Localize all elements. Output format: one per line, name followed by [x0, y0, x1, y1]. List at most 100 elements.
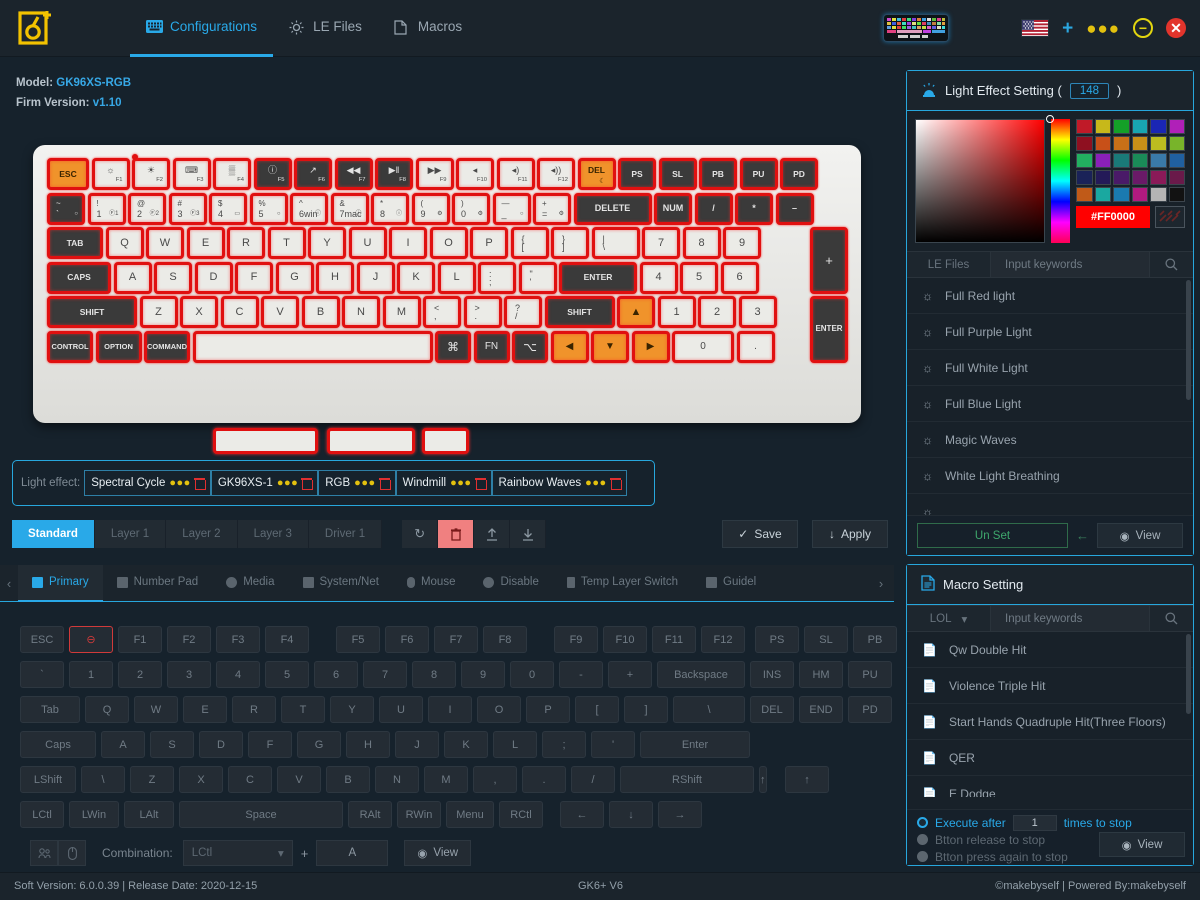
color-swatch-16[interactable] — [1150, 153, 1167, 168]
list-item[interactable]: ☼ Full Red light — [907, 278, 1193, 314]
virtual-key[interactable]: E — [183, 696, 227, 723]
color-swatch-19[interactable] — [1094, 170, 1111, 185]
kb-key[interactable]: ▒ F4 — [213, 158, 251, 190]
virtual-key[interactable]: ] — [624, 696, 668, 723]
kb-key[interactable]: ◀◀ F7 — [334, 158, 373, 190]
kb-key[interactable]: G — [275, 261, 314, 294]
scrollbar[interactable] — [1186, 634, 1191, 714]
layer-tab-layer3[interactable]: Layer 3 — [237, 520, 309, 548]
virtual-key[interactable]: Y — [330, 696, 374, 723]
kb-key[interactable]: 2 — [698, 296, 736, 328]
kb-key[interactable]: ◀ — [550, 330, 589, 363]
virtual-key[interactable]: F4 — [265, 626, 309, 653]
kb-key[interactable]: X — [180, 296, 218, 328]
color-swatch-7[interactable] — [1094, 136, 1111, 151]
macro-list[interactable]: 📄 Qw Double Hit 📄 Violence Triple Hit 📄 Sta… — [907, 632, 1193, 797]
virtual-key[interactable]: L — [493, 731, 537, 758]
color-swatch-2[interactable] — [1113, 119, 1130, 134]
scrollbar[interactable] — [1186, 280, 1191, 400]
layer-tab-layer1[interactable]: Layer 1 — [94, 520, 167, 548]
color-swatch-23[interactable] — [1168, 170, 1185, 185]
tab-primary[interactable]: Primary — [18, 564, 103, 602]
color-swatch-11[interactable] — [1168, 136, 1185, 151]
chip-dots-icon[interactable]: ●●● — [169, 477, 190, 489]
kb-key[interactable] — [192, 330, 433, 363]
color-swatch-3[interactable] — [1131, 119, 1148, 134]
kb-key[interactable]: SL — [658, 158, 697, 190]
virtual-key[interactable]: RWin — [397, 801, 441, 828]
color-swatch-0[interactable] — [1076, 119, 1093, 134]
virtual-key[interactable]: RCtl — [499, 801, 543, 828]
kb-key[interactable]: V — [261, 296, 299, 328]
tab-mouse[interactable]: Mouse — [393, 565, 470, 602]
virtual-key[interactable]: DEL — [750, 696, 794, 723]
layer-tab-driver1[interactable]: Driver 1 — [308, 520, 383, 548]
kb-key[interactable]: ▲ — [617, 296, 655, 328]
kb-key[interactable]: ENTER — [810, 296, 848, 363]
kb-key[interactable]: M — [382, 296, 421, 328]
chip-dots-icon[interactable]: ●●● — [277, 477, 298, 489]
kb-key[interactable]: C — [220, 296, 259, 328]
virtual-key[interactable]: B — [326, 766, 370, 793]
search-icon[interactable] — [1149, 606, 1193, 631]
virtual-key[interactable]: INS — [750, 661, 794, 688]
virtual-key[interactable]: ' — [591, 731, 635, 758]
kb-key[interactable]: ⌥ — [512, 330, 548, 363]
kb-key[interactable]: ) 0 ⚙ — [452, 192, 490, 225]
color-swatch-12[interactable] — [1076, 153, 1093, 168]
delete-icon[interactable] — [438, 520, 475, 548]
mouse-icon[interactable] — [58, 840, 86, 866]
virtual-key[interactable]: F12 — [701, 626, 745, 653]
kb-key[interactable]: ☀ F2 — [132, 158, 170, 190]
kb-key[interactable]: O — [429, 227, 468, 259]
kb-key[interactable]: {[ — [510, 227, 549, 259]
kb-key[interactable]: J — [356, 261, 395, 294]
macro-category-select[interactable]: LOL ▾ — [907, 606, 991, 631]
virtual-key[interactable]: ← — [560, 801, 604, 828]
kb-key[interactable]: }] — [551, 227, 589, 259]
virtual-key[interactable]: 3 — [167, 661, 211, 688]
virtual-key[interactable]: 2 — [118, 661, 162, 688]
virtual-key[interactable]: PB — [853, 626, 897, 653]
kb-key[interactable]: <, — [423, 296, 461, 328]
kb-key[interactable]: PB — [699, 158, 737, 190]
virtual-key[interactable]: Menu — [446, 801, 494, 828]
kb-key[interactable]: W — [146, 227, 184, 259]
kb-key[interactable]: 5 — [680, 261, 718, 294]
kb-key[interactable]: OPTION — [95, 330, 142, 363]
list-item[interactable]: 📄 Violence Triple Hit — [907, 668, 1193, 704]
kb-key[interactable]: + = ⚙ — [533, 192, 571, 225]
virtual-key[interactable]: LShift — [20, 766, 76, 793]
nav-macros[interactable]: Macros — [378, 0, 478, 57]
kb-key[interactable]: ◂ F10 — [456, 158, 494, 190]
virtual-key[interactable]: → — [658, 801, 702, 828]
delete-icon[interactable] — [301, 477, 314, 490]
list-item[interactable]: ☼ Full Purple Light — [907, 314, 1193, 350]
delete-icon[interactable] — [474, 477, 487, 490]
kb-key[interactable]: ▶ — [631, 330, 670, 363]
virtual-key[interactable]: \ — [81, 766, 125, 793]
virtual-key[interactable]: END — [799, 696, 843, 723]
kb-key[interactable]: :; — [478, 261, 516, 294]
kb-key[interactable]: . — [736, 330, 775, 363]
tab-disable[interactable]: Disable — [469, 565, 552, 602]
color-swatch-20[interactable] — [1113, 170, 1130, 185]
virtual-key[interactable]: F3 — [216, 626, 260, 653]
virtual-key[interactable]: H — [346, 731, 390, 758]
list-item[interactable]: 📄 E Dodge — [907, 776, 1193, 798]
kb-key[interactable]: B — [301, 296, 340, 328]
macro-search-input[interactable]: Input keywords — [991, 606, 1149, 631]
color-swatch-17[interactable] — [1168, 153, 1185, 168]
kb-key[interactable]: ◂) F11 — [496, 158, 535, 190]
virtual-key[interactable]: U — [379, 696, 423, 723]
us-flag-icon[interactable] — [1021, 19, 1050, 37]
kb-key[interactable]: CONTROL — [47, 330, 93, 363]
kb-key[interactable]: T — [267, 227, 306, 259]
virtual-key[interactable]: F9 — [554, 626, 598, 653]
virtual-key[interactable]: A — [101, 731, 145, 758]
kb-key[interactable]: 3 — [738, 296, 777, 328]
kb-key[interactable]: I — [389, 227, 427, 259]
kb-key[interactable]: 0 — [672, 330, 734, 363]
virtual-key[interactable]: LAlt — [124, 801, 174, 828]
virtual-key[interactable]: F1 — [118, 626, 162, 653]
